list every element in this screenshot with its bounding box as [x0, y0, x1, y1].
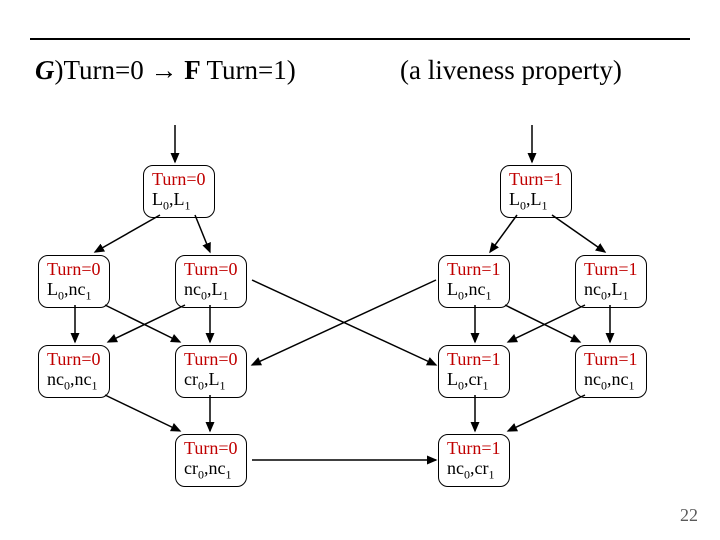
- horizontal-rule: [30, 38, 690, 40]
- formula-title: G)Turn=0 → F Turn=1): [35, 55, 296, 86]
- node-r-a: Turn=1 L0,nc1: [438, 255, 510, 308]
- node-l-top: Turn=0 L0,L1: [143, 165, 215, 218]
- node-r-c: Turn=1 L0,cr1: [438, 345, 510, 398]
- node-r-b: Turn=1 nc0,L1: [575, 255, 647, 308]
- operator-g: G: [35, 55, 55, 85]
- slide: G)Turn=0 → F Turn=1) (a liveness propert…: [0, 0, 720, 540]
- page-number: 22: [680, 505, 698, 526]
- node-l-b: Turn=0 nc0,L1: [175, 255, 247, 308]
- subtitle: (a liveness property): [400, 55, 622, 86]
- node-r-d: Turn=1 nc0,nc1: [575, 345, 647, 398]
- node-l-c: Turn=0 nc0,nc1: [38, 345, 110, 398]
- node-l-a: Turn=0 L0,nc1: [38, 255, 110, 308]
- node-l-d: Turn=0 cr0,L1: [175, 345, 247, 398]
- node-r-top: Turn=1 L0,L1: [500, 165, 572, 218]
- node-r-bot: Turn=1 nc0,cr1: [438, 434, 510, 487]
- node-l-bot: Turn=0 cr0,nc1: [175, 434, 247, 487]
- operator-f: F: [178, 55, 207, 85]
